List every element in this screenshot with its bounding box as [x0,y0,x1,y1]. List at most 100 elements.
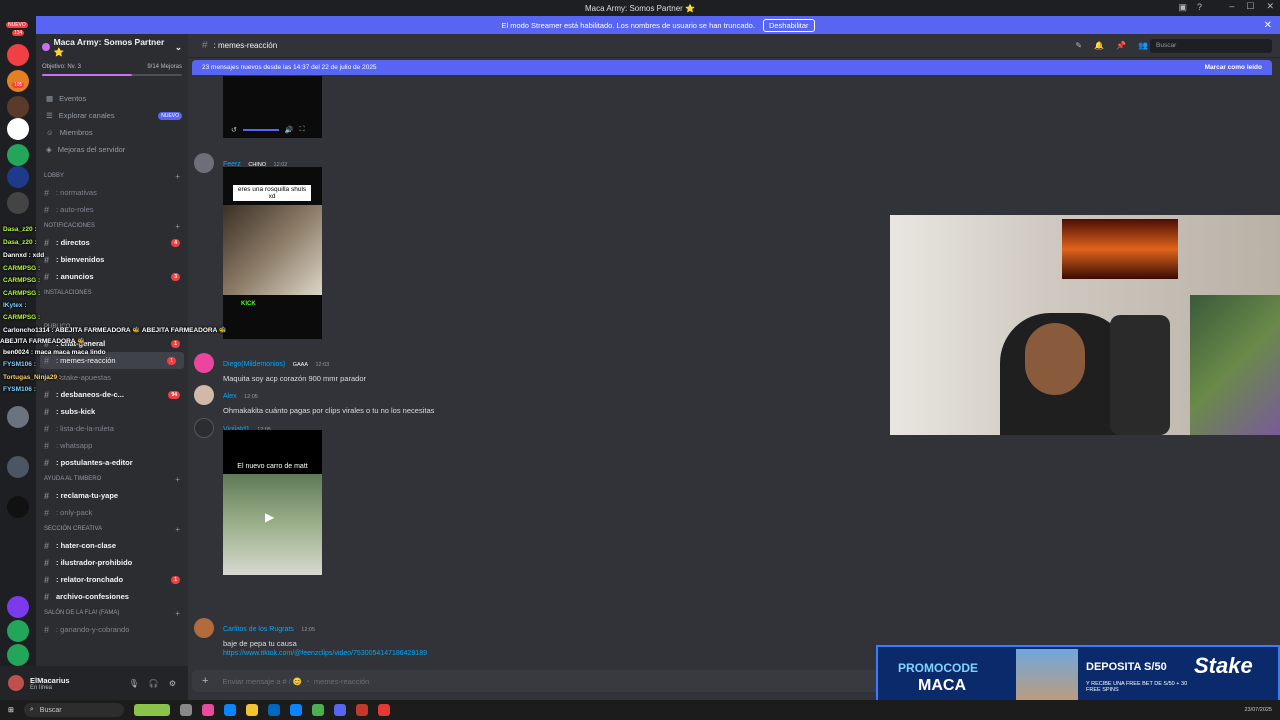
channel-normativas[interactable]: #: normativas [36,184,188,201]
channel-ganando[interactable]: #: ganando-y-cobrando [36,621,188,638]
channel-relator[interactable]: #: relator-tronchado 1 [36,571,188,588]
category-instalaciones[interactable]: INSTALACIONES [36,285,188,301]
avatar[interactable] [194,153,214,173]
taskbar-search[interactable]: ⌕ Buscar [23,703,124,717]
mark-as-read-button[interactable]: Marcar como leído [1205,64,1262,71]
channel-subs-kick[interactable]: #: subs-kick [36,403,188,420]
message-input[interactable]: Enviar mensaje a # / 😊 ・ memes-reacción [222,676,369,687]
plus-icon[interactable]: + [175,172,180,181]
server-icon[interactable] [7,596,29,618]
pin-icon[interactable]: 📌 [1116,41,1126,50]
microphone-icon[interactable]: 🎙 [129,679,139,688]
boost-goal[interactable]: Objetivo: Nv. 3 9/14 Mejoras [36,60,188,70]
avatar[interactable] [194,618,214,638]
fullscreen-icon[interactable]: ⛶ [300,126,305,134]
server-icon[interactable] [7,496,29,518]
play-icon[interactable]: ▶ [265,510,274,524]
bell-icon[interactable]: 🔔 [1094,41,1104,50]
replay-icon[interactable]: ↺ [231,126,237,134]
explore-icon[interactable] [7,644,29,666]
server-icon[interactable] [7,144,29,166]
taskview-icon[interactable] [179,704,192,716]
plus-icon[interactable]: + [175,475,180,484]
message-link[interactable]: https://www.tiktok.com/@feenzclips/video… [223,650,427,657]
hash-icon: # [44,490,50,501]
avatar[interactable] [194,418,214,438]
maximize-icon[interactable]: ☐ [1246,1,1254,12]
category-ayuda[interactable]: AYUDA AL TIMBERO + [36,471,188,487]
channel-ilustrador[interactable]: #: ilustrador-prohibido [36,554,188,571]
app-icon[interactable] [355,704,368,716]
taskbar: ⊞ ⌕ Buscar 23/07/2025 [0,700,1280,720]
server-icon[interactable] [7,118,29,140]
volume-icon[interactable]: 🔊 [285,126,294,134]
help-icon[interactable]: ? [1197,2,1202,13]
server-icon[interactable] [7,406,29,428]
close-icon[interactable]: ✕ [1264,20,1272,31]
video-embed[interactable]: ↺ 🔊 ⛶ [223,76,322,138]
discord-icon[interactable] [333,704,346,716]
app-icon[interactable] [201,704,214,716]
server-icon[interactable] [7,166,29,188]
category-creativa[interactable]: SECCIÓN CREATIVA + [36,521,188,537]
plus-icon[interactable]: + [175,525,180,534]
taskbar-date: 23/07/2025 [1244,707,1272,713]
server-icon[interactable] [7,96,29,118]
plus-icon[interactable]: + [175,609,180,618]
search-input[interactable]: Buscar [1150,38,1272,53]
events-link[interactable]: ▦ Eventos [36,90,188,107]
channel-lista-ruleta[interactable]: #: lista-de-la-ruleta [36,420,188,437]
server-boosts-link[interactable]: ◈ Mejoras del servidor [36,141,188,158]
gear-icon[interactable]: ⚙ [169,679,176,688]
channel-postulantes[interactable]: #: postulantes-a-editor [36,454,188,471]
avatar[interactable] [8,675,24,691]
author-name[interactable]: Alex [223,393,237,400]
channel-hater[interactable]: #: hater-con-clase [36,537,188,554]
author-name[interactable]: Carlitos de los Rugrats [223,626,294,633]
add-attachment-icon[interactable]: + [202,675,208,687]
minimize-icon[interactable]: – [1229,1,1234,12]
members-link[interactable]: ☺ Miembros [36,124,188,141]
server-icon[interactable] [7,456,29,478]
inbox-icon[interactable]: ▣ [1178,2,1187,13]
channel-whatsapp[interactable]: #: whatsapp [36,437,188,454]
channel-bienvenidos[interactable]: #: bienvenidos [36,251,188,268]
members-icon[interactable]: 👥 [1138,41,1148,50]
disable-streamer-button[interactable]: Deshabilitar [762,18,815,32]
category-notificaciones[interactable]: NOTIFICACIONES + [36,218,188,234]
folder-icon[interactable] [245,704,258,716]
image-embed[interactable]: eres una rosquilla shuls xd KICK [223,167,322,339]
edge-icon[interactable] [223,704,236,716]
volume-slider[interactable] [242,129,279,131]
server-icon[interactable] [7,70,29,92]
close-icon[interactable]: ✕ [1266,1,1274,12]
add-server-icon[interactable] [7,620,29,642]
category-lobby[interactable]: LOBBY + [36,168,188,184]
server-icon[interactable] [7,44,29,66]
store-icon[interactable] [267,704,280,716]
chrome-icon[interactable] [311,704,324,716]
server-icon[interactable] [7,192,29,214]
category-salon[interactable]: SALÓN DE LA FLA! (FAMA) + [36,605,188,621]
headphones-icon[interactable]: 🎧 [149,679,159,688]
threads-icon[interactable]: ✎ [1075,41,1082,50]
channel-reclama[interactable]: #: reclama-tu-yape [36,487,188,504]
windows-start-icon[interactable]: ⊞ [8,706,14,714]
channel-directos[interactable]: #: directos 4 [36,234,188,251]
widget-icon[interactable] [133,704,170,716]
channel-autoroles[interactable]: #: auto-roles [36,201,188,218]
new-messages-bar[interactable]: 23 mensajes nuevos desde las 14:37 del 2… [192,60,1272,75]
channel-anuncios[interactable]: #: anuncios 3 [36,268,188,285]
browse-channels-link[interactable]: ☰ Explorar canales NUEVO [36,107,188,124]
channel-desbaneos[interactable]: #: desbaneos-de-c... 94 [36,386,188,403]
avatar[interactable] [194,353,214,373]
app-icon[interactable] [289,704,302,716]
channel-archivo[interactable]: # archivo-confesiones [36,588,188,605]
obs-icon[interactable] [377,704,390,716]
plus-icon[interactable]: + [175,222,180,231]
avatar[interactable] [194,385,214,405]
server-header[interactable]: Maca Army: Somos Partner ⭐ ⌄ [36,34,188,60]
author-name[interactable]: Diego(Mildemonios) [223,361,285,368]
channel-only-pack[interactable]: #: only-pack [36,504,188,521]
video-embed[interactable]: El nuevo carro de matt ▶ [223,430,322,575]
